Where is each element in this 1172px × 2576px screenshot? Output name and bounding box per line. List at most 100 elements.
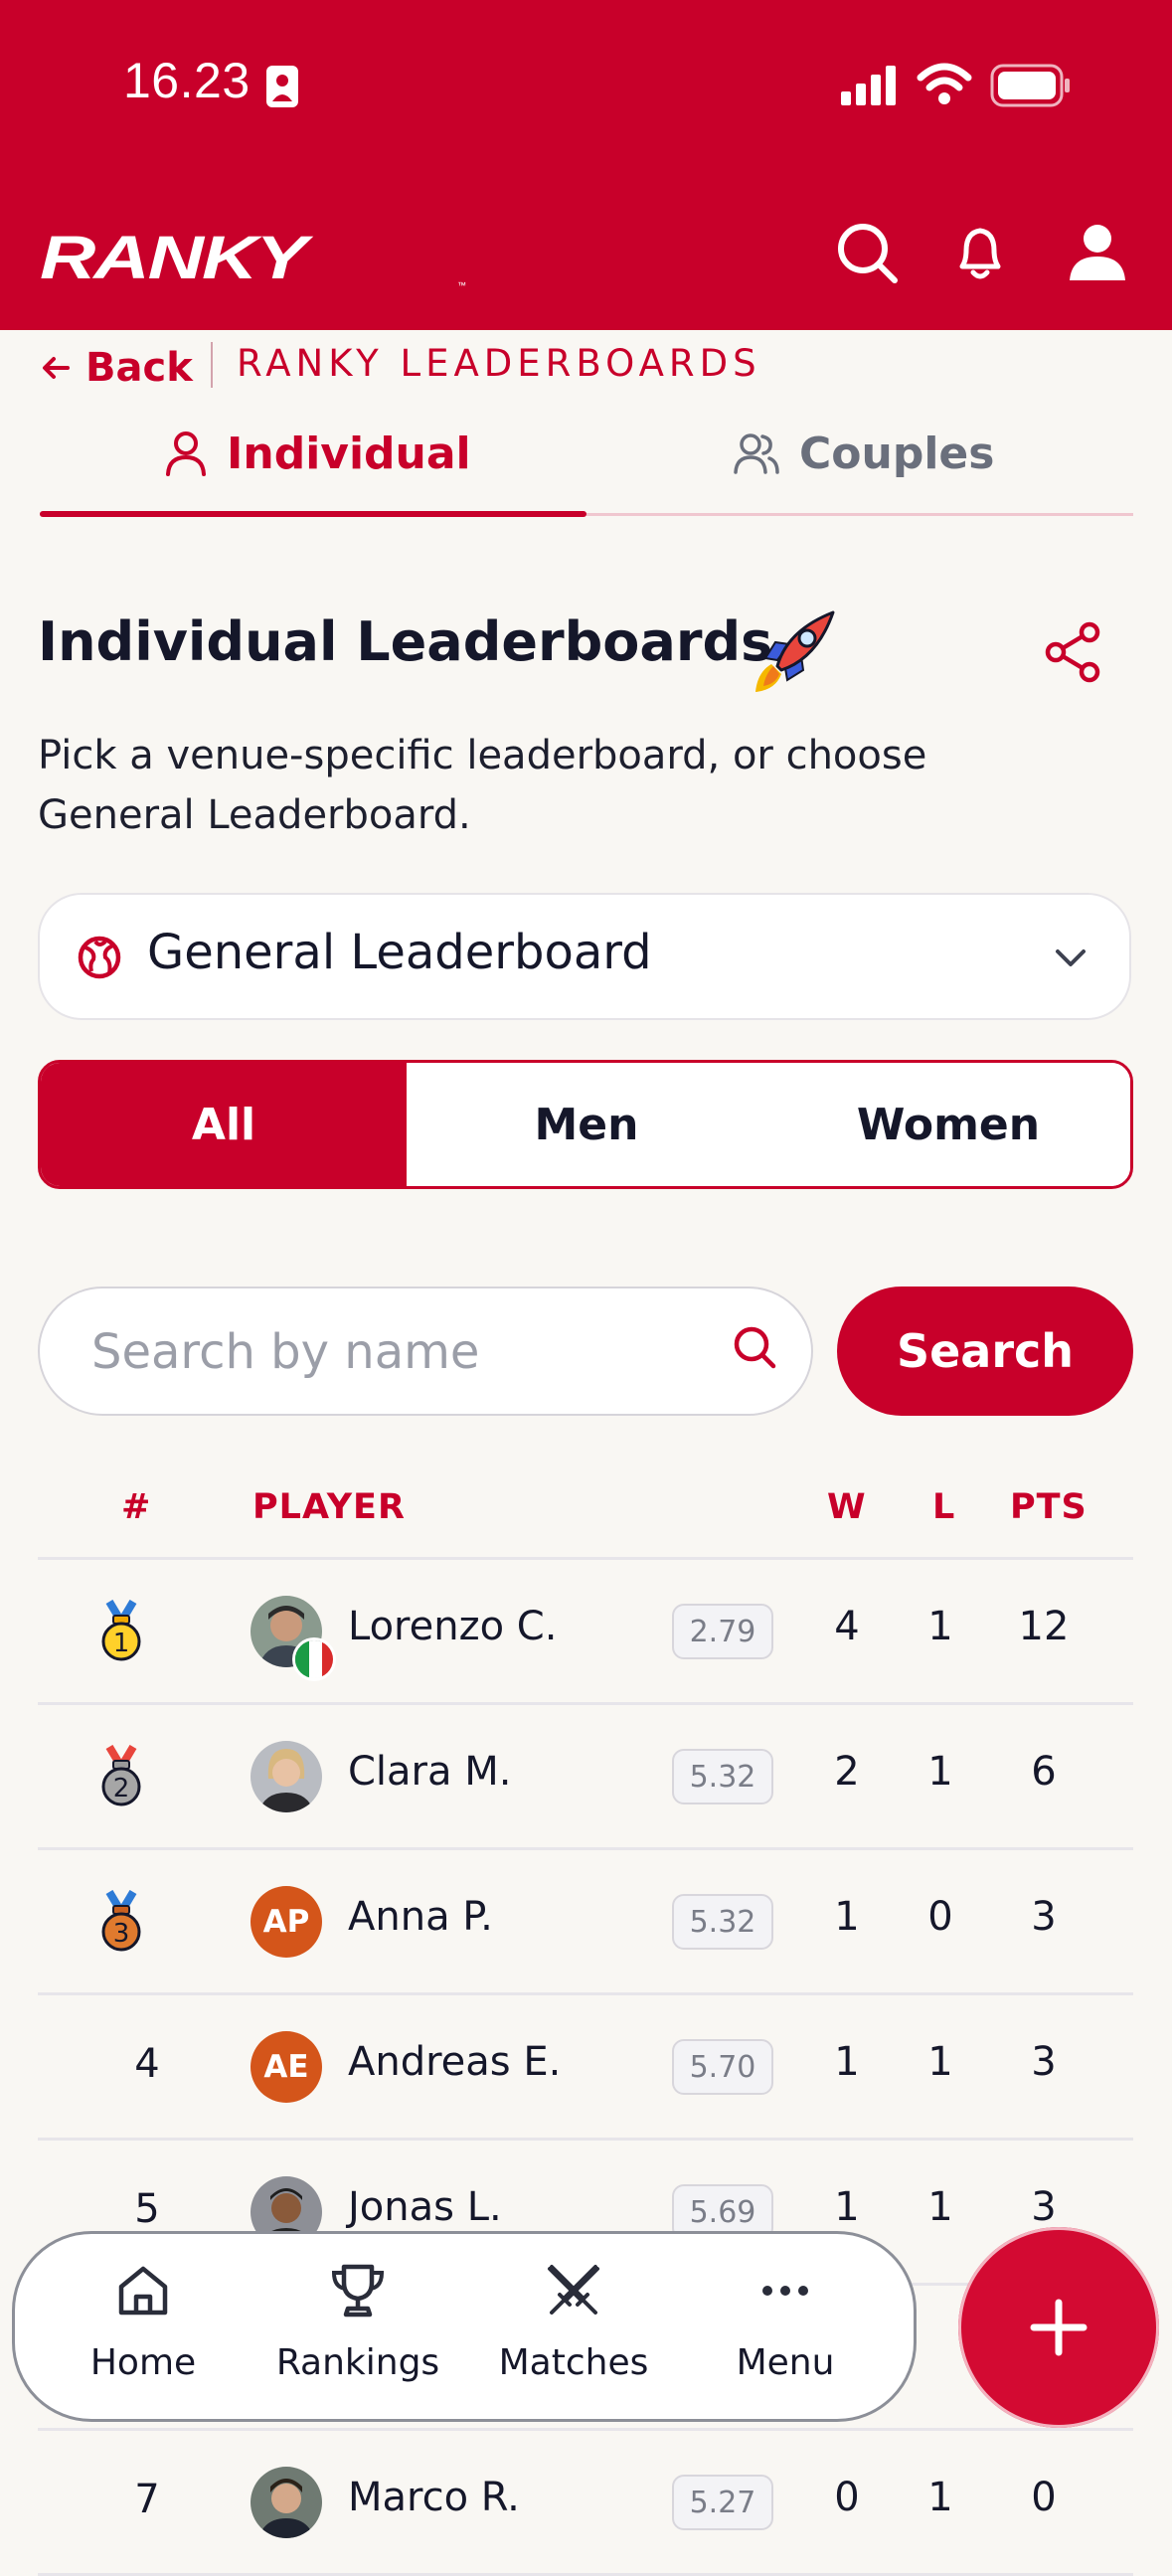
- back-button[interactable]: Back: [40, 340, 193, 396]
- rank-number: 5: [134, 2186, 160, 2232]
- player-name[interactable]: Marco R.: [348, 2475, 520, 2520]
- bell-icon[interactable]: [948, 221, 1012, 284]
- filter-men-button[interactable]: Men: [407, 1063, 766, 1186]
- filter-women-button[interactable]: Women: [766, 1063, 1130, 1186]
- player-name[interactable]: Clara M.: [348, 1749, 511, 1795]
- nav-menu[interactable]: Menu: [686, 2247, 885, 2406]
- arrow-left-icon: [43, 357, 70, 379]
- svg-text:2: 2: [113, 1774, 130, 1803]
- search-input[interactable]: [89, 1318, 710, 1386]
- gender-filter: All Men Women: [38, 1060, 1133, 1189]
- player-name[interactable]: Lorenzo C.: [348, 1604, 557, 1649]
- user-icon: [166, 431, 206, 476]
- search-icon[interactable]: [835, 221, 899, 284]
- rank-number: 7: [134, 2477, 160, 2522]
- gold-medal-icon: 1: [101, 1600, 141, 1661]
- column-header-rank: #: [121, 1487, 152, 1527]
- nav-home-label: Home: [89, 2342, 197, 2383]
- chevron-down-icon: [1056, 949, 1086, 966]
- player-level-badge: 5.27: [672, 2475, 773, 2530]
- table-row[interactable]: 7 Marco R. 5.27 0 1 0: [38, 2431, 1133, 2576]
- player-name[interactable]: Jonas L.: [348, 2184, 502, 2230]
- column-header-player: PLAYER: [252, 1487, 406, 1527]
- rank-number: 4: [134, 2041, 160, 2087]
- status-time: 16.23: [123, 53, 251, 108]
- share-icon[interactable]: [1042, 620, 1105, 684]
- nav-matches-label: Matches: [498, 2342, 649, 2383]
- avatar-initials: AP: [251, 1886, 322, 1958]
- breadcrumb-title: RANKY LEADERBOARDS: [237, 342, 761, 385]
- losses-value: 1: [927, 2039, 953, 2085]
- svg-text:1: 1: [113, 1629, 130, 1658]
- silver-medal-icon: 2: [101, 1745, 141, 1806]
- battery-icon: [990, 64, 1070, 107]
- back-label: Back: [85, 345, 193, 391]
- rocket-icon: [755, 610, 835, 692]
- signal-icon: [841, 66, 896, 105]
- search-input-icon: [734, 1326, 776, 1369]
- logo-trademark: ™: [457, 280, 466, 290]
- wins-value: 1: [834, 2184, 860, 2230]
- wins-value: 0: [834, 2475, 860, 2520]
- table-row[interactable]: 1 Lorenzo C. 2.79 4 1 12: [38, 1560, 1133, 1705]
- losses-value: 1: [927, 1749, 953, 1795]
- add-button[interactable]: [958, 2227, 1159, 2428]
- more-dots-icon: [762, 2286, 808, 2296]
- nav-rankings[interactable]: Rankings: [258, 2247, 457, 2406]
- italy-flag-icon: [292, 1637, 336, 1681]
- bronze-medal-icon: 3: [101, 1890, 141, 1952]
- player-level-badge: 5.32: [672, 1894, 773, 1950]
- player-level-badge: 2.79: [672, 1604, 773, 1659]
- player-name[interactable]: Andreas E.: [348, 2039, 561, 2085]
- leaderboard-select-value: General Leaderboard: [147, 925, 652, 980]
- active-tab-indicator: [40, 511, 586, 517]
- plus-icon: [1030, 2299, 1088, 2356]
- filter-all-button[interactable]: All: [41, 1063, 407, 1186]
- globe-icon: [78, 936, 121, 979]
- users-icon: [734, 433, 779, 474]
- nav-rankings-label: Rankings: [275, 2342, 440, 2383]
- losses-value: 1: [927, 2184, 953, 2230]
- page-title: Individual Leaderboards: [38, 610, 773, 673]
- home-icon: [118, 2266, 168, 2316]
- points-value: 3: [1031, 1894, 1057, 1940]
- svg-text:3: 3: [113, 1919, 130, 1949]
- nav-matches[interactable]: Matches: [474, 2247, 673, 2406]
- points-value: 3: [1031, 2039, 1057, 2085]
- column-header-losses: L: [932, 1487, 956, 1527]
- breadcrumb-divider: [211, 342, 213, 388]
- nav-menu-label: Menu: [736, 2342, 835, 2383]
- table-row[interactable]: 3 AP Anna P. 5.32 1 0 3: [38, 1850, 1133, 1995]
- player-level-badge: 5.70: [672, 2039, 773, 2095]
- wins-value: 1: [834, 1894, 860, 1940]
- crossed-swords-icon: [548, 2265, 599, 2315]
- ranky-logo: RANKY: [40, 223, 307, 292]
- wifi-icon: [917, 63, 972, 104]
- trophy-icon: [331, 2264, 385, 2318]
- tab-individual[interactable]: Individual: [165, 414, 471, 493]
- wins-value: 4: [834, 1604, 860, 1649]
- column-header-wins: W: [827, 1487, 867, 1527]
- page-description: Pick a venue-specific leaderboard, or ch…: [38, 733, 927, 838]
- losses-value: 1: [927, 1604, 953, 1649]
- search-field: [38, 1287, 813, 1416]
- column-header-points: PTS: [1010, 1487, 1088, 1527]
- search-button[interactable]: Search: [837, 1287, 1133, 1416]
- points-value: 0: [1031, 2475, 1057, 2520]
- table-row[interactable]: 4 AE Andreas E. 5.70 1 1 3: [38, 1995, 1133, 2141]
- sim-card-icon: [266, 66, 298, 107]
- tab-individual-label: Individual: [227, 428, 471, 479]
- avatar: [251, 2467, 322, 2538]
- tab-couples[interactable]: Couples: [734, 414, 994, 493]
- avatar: [251, 1741, 322, 1812]
- table-row[interactable]: 2 Clara M. 5.32 2 1 6: [38, 1705, 1133, 1850]
- tab-couples-label: Couples: [799, 428, 995, 479]
- wins-value: 2: [834, 1749, 860, 1795]
- points-value: 12: [1018, 1604, 1070, 1649]
- avatar-initials: AE: [251, 2031, 322, 2103]
- player-level-badge: 5.32: [672, 1749, 773, 1804]
- losses-value: 0: [927, 1894, 953, 1940]
- nav-home[interactable]: Home: [44, 2247, 243, 2406]
- profile-icon[interactable]: [1066, 221, 1129, 284]
- player-name[interactable]: Anna P.: [348, 1894, 493, 1940]
